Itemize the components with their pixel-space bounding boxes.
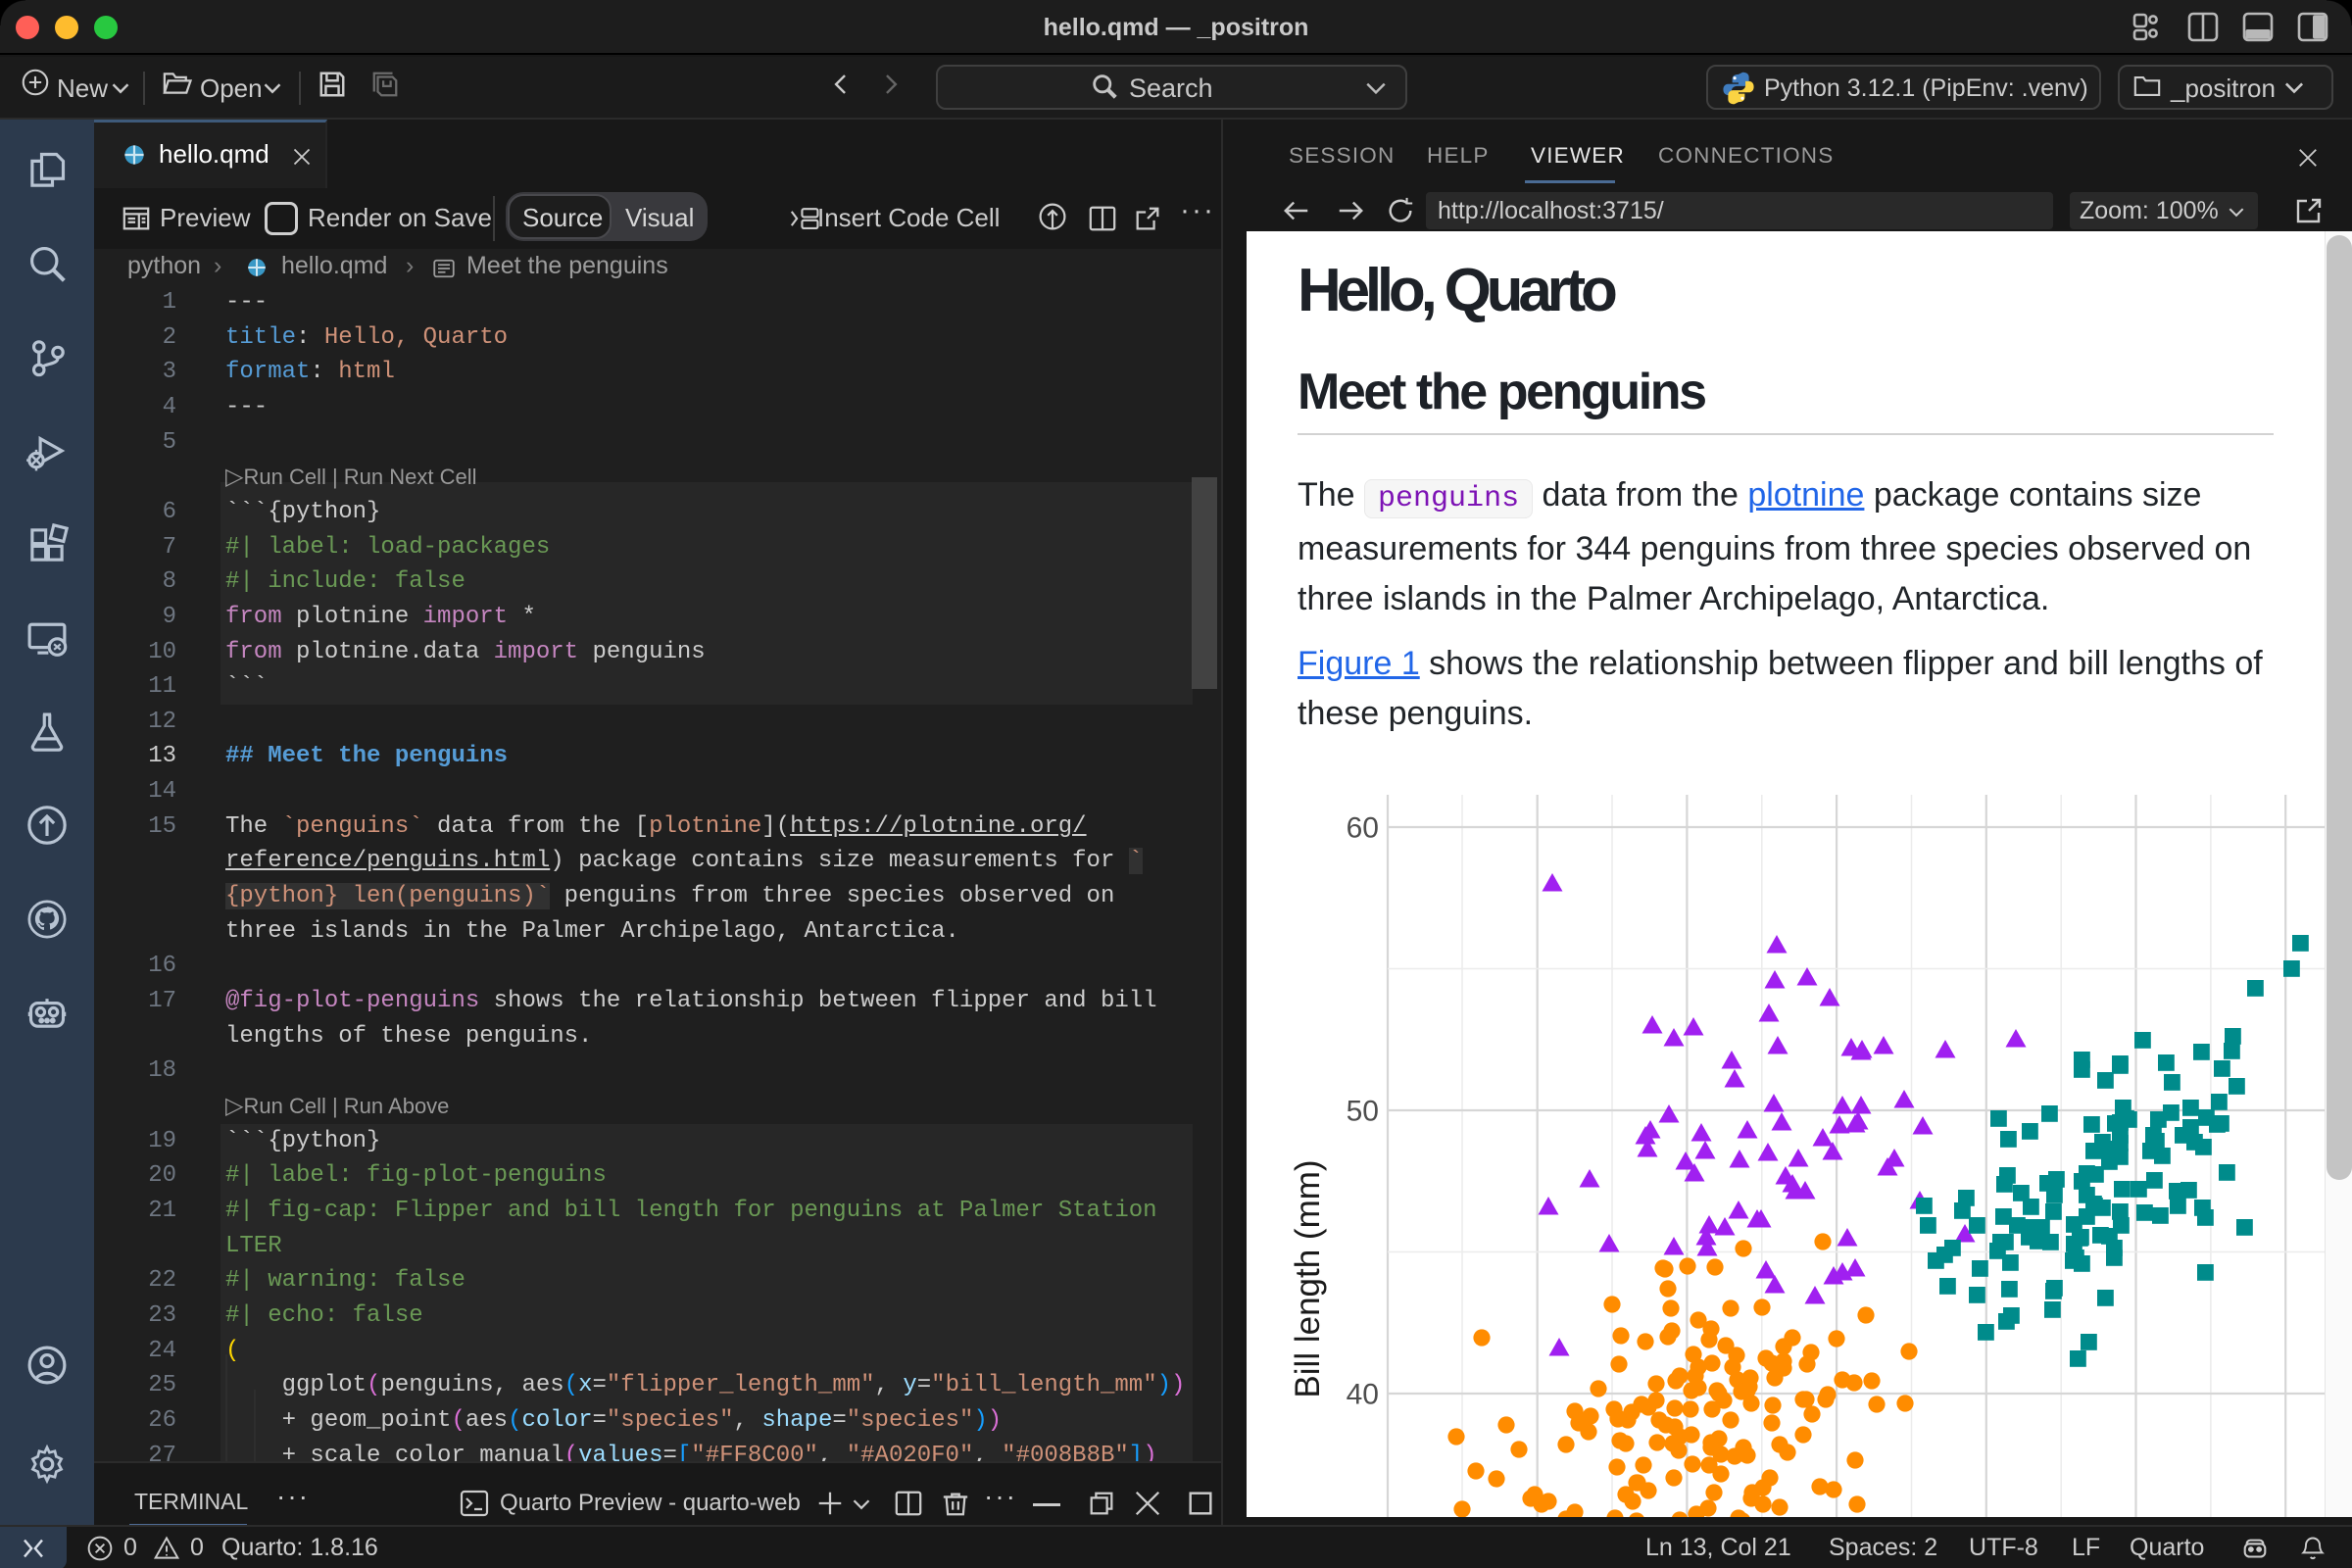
svg-text:50: 50 (1347, 1096, 1379, 1128)
svg-text:60: 60 (1347, 812, 1379, 845)
svg-text:40: 40 (1347, 1379, 1379, 1411)
svg-text:Bill length (mm): Bill length (mm) (1289, 1159, 1327, 1397)
